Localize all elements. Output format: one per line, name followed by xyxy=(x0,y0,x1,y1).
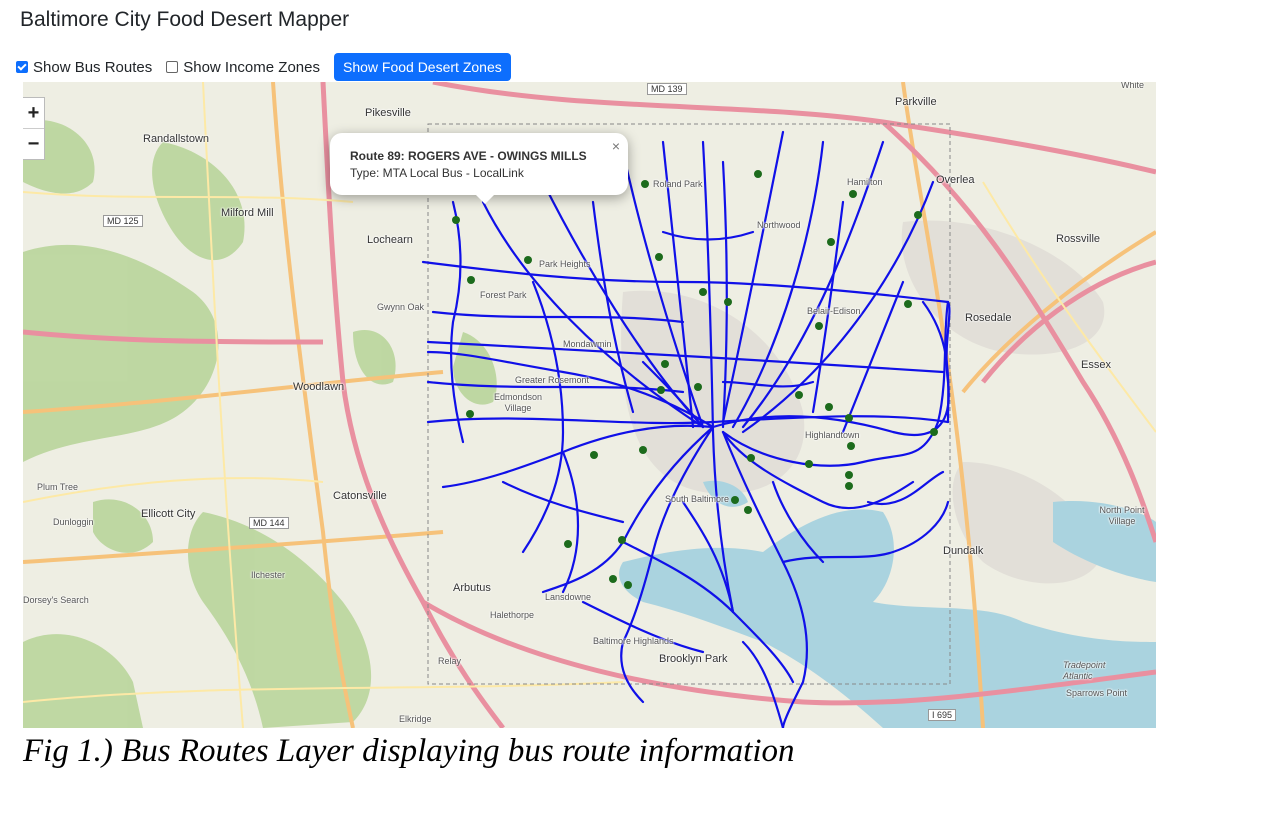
place-label: Brooklyn Park xyxy=(659,653,728,665)
place-label: White xyxy=(1121,82,1145,90)
place-label: Edmondson Village xyxy=(493,392,543,413)
place-label: Halethorpe xyxy=(490,610,535,620)
bus-routes-label: Show Bus Routes xyxy=(33,58,153,76)
place-label: Rossville xyxy=(1056,233,1101,245)
layer-controls: Show Bus Routes Show Income Zones Show F… xyxy=(16,52,511,82)
popup-route-type: Type: MTA Local Bus - LocalLink xyxy=(350,166,524,180)
highway-shield: MD 139 xyxy=(647,83,687,95)
zoom-out-button[interactable]: − xyxy=(23,128,44,159)
place-label: Randallstown xyxy=(143,133,210,145)
place-label: Essex xyxy=(1081,359,1111,371)
place-label: Highlandtown xyxy=(805,430,860,440)
show-food-desert-zones-button[interactable]: Show Food Desert Zones xyxy=(333,53,511,81)
income-zones-checkbox[interactable] xyxy=(166,61,179,73)
highway-shield: I 695 xyxy=(928,709,957,721)
bus-routes-toggle[interactable]: Show Bus Routes xyxy=(16,58,153,76)
place-label: Ilchester xyxy=(251,570,286,580)
place-label: Plum Tree xyxy=(37,482,79,492)
zoom-in-button[interactable]: + xyxy=(23,98,44,128)
income-zones-toggle[interactable]: Show Income Zones xyxy=(166,59,320,76)
place-label: Greater Rosemont xyxy=(515,375,590,385)
place-label: Belair-Edison xyxy=(807,306,861,316)
route-popup: Route 89: ROGERS AVE - OWINGS MILLS Type… xyxy=(330,133,628,204)
place-label: Lochearn xyxy=(367,234,413,246)
place-label: Forest Park xyxy=(480,290,527,300)
zoom-control: + − xyxy=(23,97,45,160)
highway-shield: MD 125 xyxy=(103,215,143,227)
place-label: Pikesville xyxy=(365,107,411,119)
place-label: Tradepoint Atlantic xyxy=(1063,660,1106,681)
close-icon[interactable]: × xyxy=(612,138,620,154)
place-label: Roland Park xyxy=(653,179,703,189)
bus-routes-checkbox[interactable] xyxy=(16,61,28,73)
place-label: Hamilton xyxy=(847,177,883,187)
place-label: Parkville xyxy=(895,96,937,108)
highway-shield: MD 144 xyxy=(249,517,289,529)
place-label: Arbutus xyxy=(453,582,491,594)
popup-tip xyxy=(475,194,495,204)
place-label: Dunloggin xyxy=(53,517,94,527)
place-label: Mondawmin xyxy=(563,339,612,349)
place-label: Ellicott City xyxy=(141,508,196,520)
place-label: Dundalk xyxy=(943,545,984,557)
app-title: Baltimore City Food Desert Mapper xyxy=(20,8,350,31)
income-zones-label: Show Income Zones xyxy=(183,58,320,76)
place-label: Elkridge xyxy=(399,714,432,724)
place-label: Milford Mill xyxy=(221,207,274,219)
figure-caption: Fig 1.) Bus Routes Layer displaying bus … xyxy=(23,733,795,769)
place-label: Park Heights xyxy=(539,259,591,269)
place-label: Sparrows Point xyxy=(1066,688,1128,698)
place-label: Gwynn Oak xyxy=(377,302,425,312)
place-label: Rosedale xyxy=(965,312,1012,324)
place-label: Dorsey's Search xyxy=(23,595,89,605)
place-label: North Point Village xyxy=(1099,505,1145,526)
place-label: South Baltimore xyxy=(665,494,730,504)
place-label: Lansdowne xyxy=(545,592,592,602)
place-label: Baltimore Highlands xyxy=(593,636,674,646)
place-label: Overlea xyxy=(936,174,975,186)
place-label: Relay xyxy=(438,656,462,666)
popup-route-title: Route 89: ROGERS AVE - OWINGS MILLS xyxy=(350,149,587,163)
place-label: Catonsville xyxy=(333,490,387,502)
place-label: Woodlawn xyxy=(293,381,345,393)
place-label: Northwood xyxy=(757,220,801,230)
map-view[interactable]: Pikesville Randallstown Milford Mill Loc… xyxy=(23,82,1156,728)
